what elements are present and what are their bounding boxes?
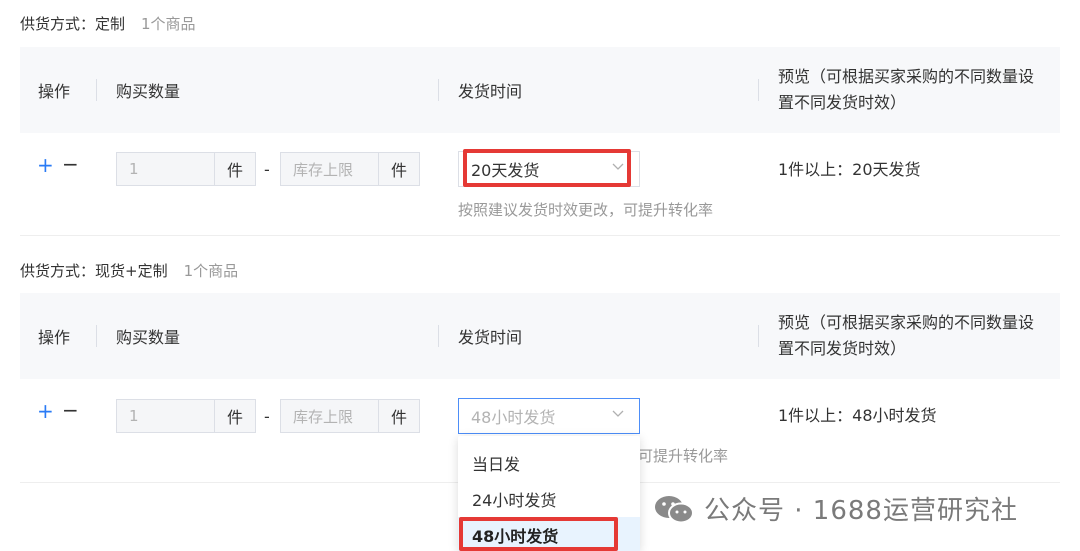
max-quantity-input[interactable]: 库存上限 件 xyxy=(280,152,420,186)
ship-time-select[interactable]: 48小时发货 xyxy=(458,398,640,434)
ship-time-dropdown: 当日发 24小时发货 48小时发货 xyxy=(458,436,640,551)
dropdown-option-same-day[interactable]: 当日发 xyxy=(458,445,640,481)
remove-tier-button[interactable]: − xyxy=(62,154,79,174)
header-divider xyxy=(96,79,97,101)
table-header-1: 操作 购买数量 发货时间 预览（可根据买家采购的不同数量设置不同发货时效） xyxy=(20,47,1060,133)
header-ship-time: 发货时间 xyxy=(458,328,523,347)
preview-value: 1件以上：48小时发货 xyxy=(778,406,937,425)
min-quantity-value[interactable]: 1 xyxy=(117,400,215,432)
table-header-2: 操作 购买数量 发货时间 预览（可根据买家采购的不同数量设置不同发货时效） xyxy=(20,293,1060,379)
preview-value: 1件以上：20天发货 xyxy=(778,160,921,179)
min-quantity-value[interactable]: 1 xyxy=(117,153,215,185)
unit-label: 件 xyxy=(226,408,243,427)
supply-method-text: 供货方式：现货+定制 xyxy=(20,262,168,280)
watermark-text: 公众号 · 1688运营研究社 xyxy=(704,496,1018,526)
header-preview: 预览（可根据买家采购的不同数量设置不同发货时效） xyxy=(778,313,1035,358)
header-divider xyxy=(96,325,97,347)
header-divider xyxy=(758,79,759,101)
supply-method-text: 供货方式：定制 xyxy=(20,15,126,33)
header-quantity: 购买数量 xyxy=(116,82,181,101)
wechat-icon xyxy=(655,495,694,523)
header-operation: 操作 xyxy=(38,82,71,101)
unit-label: 件 xyxy=(390,161,407,180)
product-count: 1个商品 xyxy=(183,262,239,280)
unit-label: 件 xyxy=(226,161,243,180)
header-preview: 预览（可根据买家采购的不同数量设置不同发货时效） xyxy=(778,67,1035,112)
min-quantity-input[interactable]: 1 件 xyxy=(116,152,256,186)
header-divider xyxy=(438,325,439,347)
chevron-down-icon xyxy=(612,163,624,170)
dropdown-option-24h[interactable]: 24小时发货 xyxy=(458,481,640,517)
supply-method-label-2: 供货方式：现货+定制 1个商品 xyxy=(20,260,238,281)
ship-time-placeholder: 48小时发货 xyxy=(471,408,556,427)
unit-label: 件 xyxy=(390,408,407,427)
remove-tier-button[interactable]: − xyxy=(62,400,79,420)
header-divider xyxy=(758,325,759,347)
watermark: 公众号 · 1688运营研究社 xyxy=(652,490,1018,527)
min-quantity-input[interactable]: 1 件 xyxy=(116,399,256,433)
max-quantity-input[interactable]: 库存上限 件 xyxy=(280,399,420,433)
header-quantity: 购买数量 xyxy=(116,328,181,347)
header-operation: 操作 xyxy=(38,328,71,347)
range-dash: - xyxy=(264,407,270,426)
chevron-down-icon xyxy=(612,410,624,417)
supply-method-label-1: 供货方式：定制 1个商品 xyxy=(20,13,196,34)
max-quantity-placeholder[interactable]: 库存上限 xyxy=(281,153,379,185)
add-tier-button[interactable]: + xyxy=(37,401,54,421)
ship-time-hint: 可提升转化率 xyxy=(638,447,729,465)
max-quantity-placeholder[interactable]: 库存上限 xyxy=(281,400,379,432)
header-divider xyxy=(438,79,439,101)
product-count: 1个商品 xyxy=(141,15,196,33)
range-dash: - xyxy=(264,160,270,179)
ship-time-select[interactable]: 20天发货 xyxy=(458,151,640,187)
add-tier-button[interactable]: + xyxy=(37,155,54,175)
ship-time-hint: 按照建议发货时效更改，可提升转化率 xyxy=(458,201,714,219)
header-ship-time: 发货时间 xyxy=(458,82,523,101)
ship-time-value: 20天发货 xyxy=(471,161,540,180)
dropdown-option-48h[interactable]: 48小时发货 xyxy=(458,517,640,551)
